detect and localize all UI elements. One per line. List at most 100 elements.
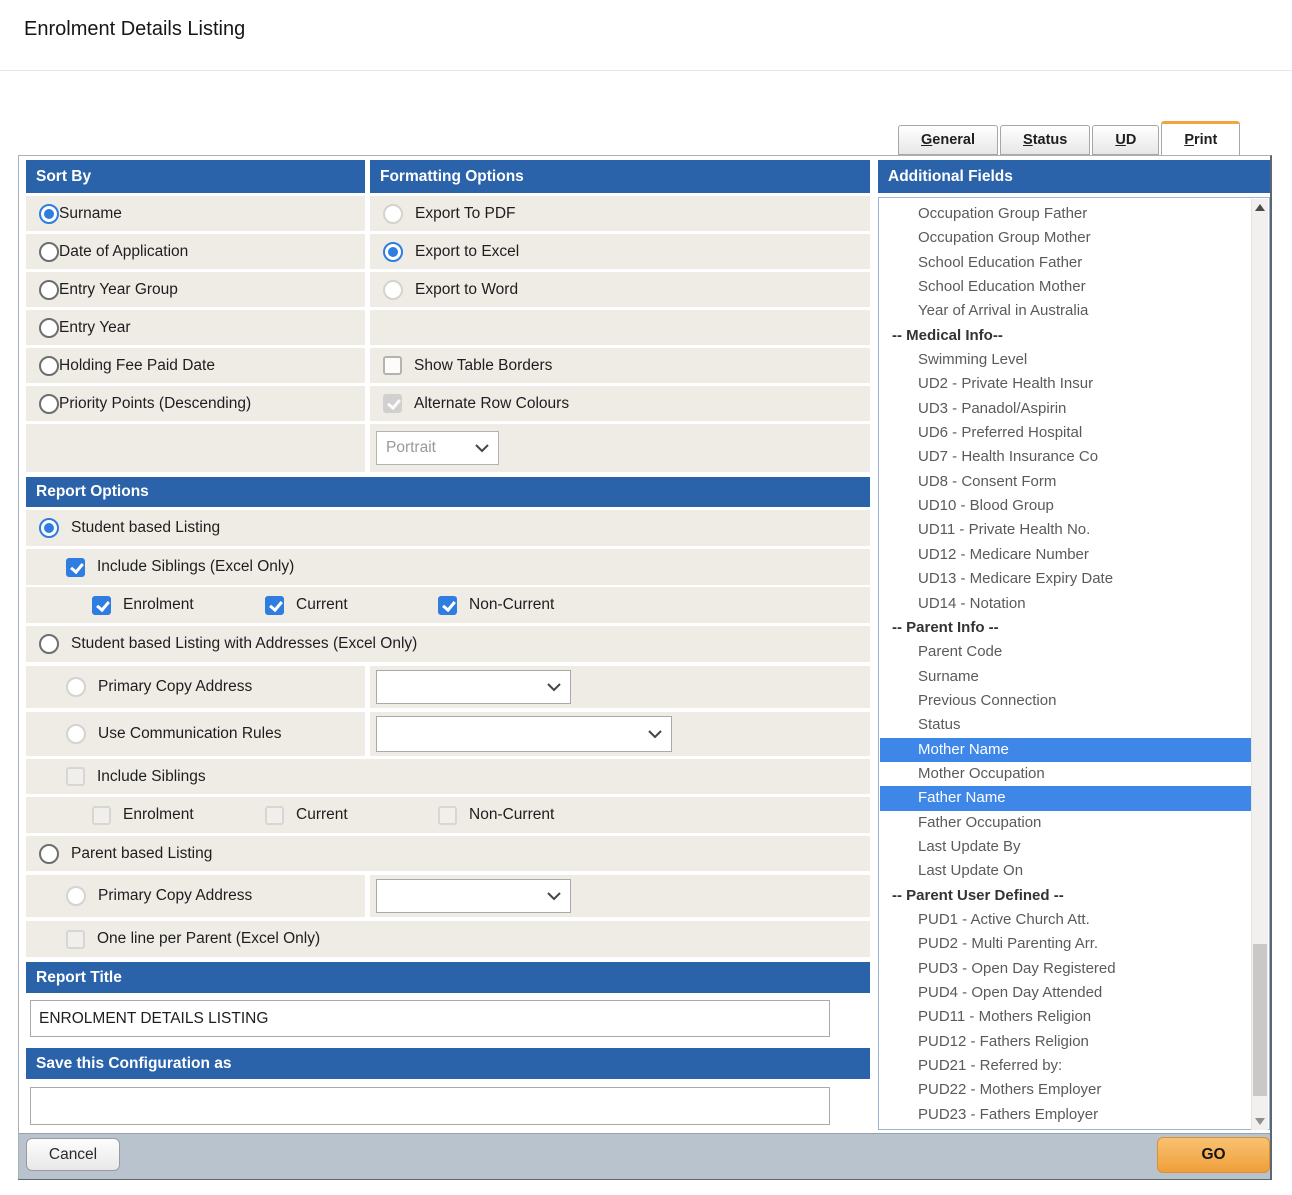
use-communication-rules-radio bbox=[66, 724, 86, 744]
show-table-borders-checkbox[interactable] bbox=[383, 356, 402, 375]
cancel-button[interactable]: Cancel bbox=[26, 1138, 120, 1171]
list-item[interactable]: PUD23 - Fathers Employer bbox=[880, 1103, 1253, 1127]
list-item[interactable]: UD12 - Medicare Number bbox=[880, 543, 1253, 567]
parent-primary-copy-address-label: Primary Copy Address bbox=[98, 887, 252, 905]
checkbox-icon bbox=[92, 806, 111, 825]
sibling-type-option[interactable]: Non-Current bbox=[438, 596, 554, 615]
sibling-type-option[interactable]: Enrolment bbox=[92, 596, 265, 615]
list-item[interactable]: UD7 - Health Insurance Co bbox=[880, 445, 1253, 469]
sort-option-label: Priority Points (Descending) bbox=[59, 395, 251, 413]
include-siblings-excel-checkbox[interactable] bbox=[66, 558, 85, 577]
show-table-borders-label: Show Table Borders bbox=[414, 357, 552, 375]
show-table-borders-row: Show Table Borders bbox=[370, 348, 870, 383]
checkbox-icon[interactable] bbox=[92, 596, 111, 615]
radio-icon[interactable] bbox=[39, 204, 59, 224]
go-button[interactable]: GO bbox=[1157, 1137, 1270, 1173]
tab-label: tatus bbox=[1033, 132, 1068, 148]
list-item[interactable]: Year of Arrival in Australia bbox=[880, 299, 1253, 323]
radio-icon[interactable] bbox=[39, 356, 59, 376]
sort-option-label: Holding Fee Paid Date bbox=[59, 357, 215, 375]
list-item[interactable]: Last Update By bbox=[880, 835, 1253, 859]
alternate-row-colours-checkbox bbox=[383, 394, 402, 413]
parent-primary-copy-address-row: Primary Copy Address bbox=[26, 875, 365, 917]
radio-icon[interactable] bbox=[39, 280, 59, 300]
list-item[interactable]: PUD1 - Active Church Att. bbox=[880, 908, 1253, 932]
list-item[interactable]: -- Parent User Defined -- bbox=[880, 884, 1253, 908]
sibling-type-option[interactable]: Current bbox=[265, 596, 438, 615]
use-communication-rules-select[interactable] bbox=[376, 716, 672, 752]
export-pdf-radio bbox=[383, 204, 403, 224]
list-item[interactable]: UD6 - Preferred Hospital bbox=[880, 421, 1253, 445]
list-item[interactable]: UD10 - Blood Group bbox=[880, 494, 1253, 518]
list-item[interactable]: Father Name bbox=[880, 786, 1253, 810]
tab[interactable]: General bbox=[898, 125, 998, 155]
sort-option[interactable]: Surname bbox=[26, 196, 365, 231]
report-title-input[interactable] bbox=[30, 1000, 830, 1037]
export-word-radio bbox=[383, 280, 403, 300]
tab[interactable]: UD bbox=[1092, 125, 1159, 155]
primary-copy-address-select[interactable] bbox=[376, 670, 571, 704]
chevron-down-icon bbox=[475, 444, 489, 453]
list-item[interactable]: School Education Father bbox=[880, 251, 1253, 275]
list-item[interactable]: Mother Occupation bbox=[880, 762, 1253, 786]
list-item[interactable]: -- Medical Info-- bbox=[880, 324, 1253, 348]
list-item[interactable]: PUD22 - Mothers Employer bbox=[880, 1078, 1253, 1102]
list-item[interactable]: Previous Connection bbox=[880, 689, 1253, 713]
list-item[interactable]: Mother Name bbox=[880, 738, 1253, 762]
footer-bar: Cancel GO bbox=[19, 1133, 1270, 1179]
tab[interactable]: Print bbox=[1161, 121, 1240, 155]
list-item[interactable]: PUD11 - Mothers Religion bbox=[880, 1005, 1253, 1029]
list-item[interactable]: UD14 - Notation bbox=[880, 592, 1253, 616]
list-item[interactable]: Occupation Group Father bbox=[880, 202, 1253, 226]
parent-listing-radio[interactable] bbox=[39, 844, 59, 864]
scroll-up-button[interactable] bbox=[1252, 199, 1268, 216]
arrow-down-icon bbox=[1255, 1118, 1265, 1125]
checkbox-icon[interactable] bbox=[265, 596, 284, 615]
sort-option-label: Entry Year Group bbox=[59, 281, 178, 299]
list-item[interactable]: Surname bbox=[880, 665, 1253, 689]
list-item[interactable]: UD13 - Medicare Expiry Date bbox=[880, 567, 1253, 591]
list-item[interactable]: UD11 - Private Health No. bbox=[880, 518, 1253, 542]
list-item[interactable]: UD8 - Consent Form bbox=[880, 470, 1253, 494]
save-config-input[interactable] bbox=[30, 1087, 830, 1125]
list-item[interactable]: PUD4 - Open Day Attended bbox=[880, 981, 1253, 1005]
checkbox-icon[interactable] bbox=[438, 596, 457, 615]
tab[interactable]: Status bbox=[1000, 125, 1090, 155]
export-excel-row: Export to Excel bbox=[370, 234, 870, 269]
list-item[interactable]: PUD12 - Fathers Religion bbox=[880, 1030, 1253, 1054]
list-item[interactable]: Last Update On bbox=[880, 859, 1253, 883]
scrollbar-thumb[interactable] bbox=[1253, 944, 1267, 1096]
list-item[interactable]: Status bbox=[880, 713, 1253, 737]
sort-option[interactable]: Priority Points (Descending) bbox=[26, 386, 365, 421]
student-listing-row: Student based Listing bbox=[26, 510, 870, 546]
export-excel-radio[interactable] bbox=[383, 242, 403, 262]
scrollbar[interactable] bbox=[1251, 199, 1268, 1130]
list-item[interactable]: PUD21 - Referred by: bbox=[880, 1054, 1253, 1078]
sort-option[interactable]: Entry Year bbox=[26, 310, 365, 345]
list-item[interactable]: UD3 - Panadol/Aspirin bbox=[880, 397, 1253, 421]
radio-icon[interactable] bbox=[39, 242, 59, 262]
tab-label: rint bbox=[1194, 132, 1217, 148]
parent-primary-copy-address-select[interactable] bbox=[376, 879, 571, 913]
sort-option[interactable]: Holding Fee Paid Date bbox=[26, 348, 365, 383]
list-item[interactable]: Parent Code bbox=[880, 640, 1253, 664]
scroll-down-button[interactable] bbox=[1252, 1113, 1268, 1130]
list-item[interactable]: School Education Mother bbox=[880, 275, 1253, 299]
list-item[interactable]: Occupation Group Mother bbox=[880, 226, 1253, 250]
parent-primary-copy-address-field-row bbox=[370, 875, 870, 917]
radio-icon[interactable] bbox=[39, 394, 59, 414]
primary-copy-address-label: Primary Copy Address bbox=[98, 678, 252, 696]
sort-option[interactable]: Date of Application bbox=[26, 234, 365, 269]
list-item[interactable]: Swimming Level bbox=[880, 348, 1253, 372]
tab-label: D bbox=[1126, 132, 1136, 148]
list-item[interactable]: UD2 - Private Health Insur bbox=[880, 372, 1253, 396]
student-listing-addresses-radio[interactable] bbox=[39, 634, 59, 654]
list-item[interactable]: PUD2 - Multi Parenting Arr. bbox=[880, 932, 1253, 956]
use-communication-rules-label: Use Communication Rules bbox=[98, 725, 282, 743]
student-listing-radio[interactable] bbox=[39, 518, 59, 538]
radio-icon[interactable] bbox=[39, 318, 59, 338]
list-item[interactable]: -- Parent Info -- bbox=[880, 616, 1253, 640]
list-item[interactable]: PUD3 - Open Day Registered bbox=[880, 957, 1253, 981]
list-item[interactable]: Father Occupation bbox=[880, 811, 1253, 835]
sort-option[interactable]: Entry Year Group bbox=[26, 272, 365, 307]
